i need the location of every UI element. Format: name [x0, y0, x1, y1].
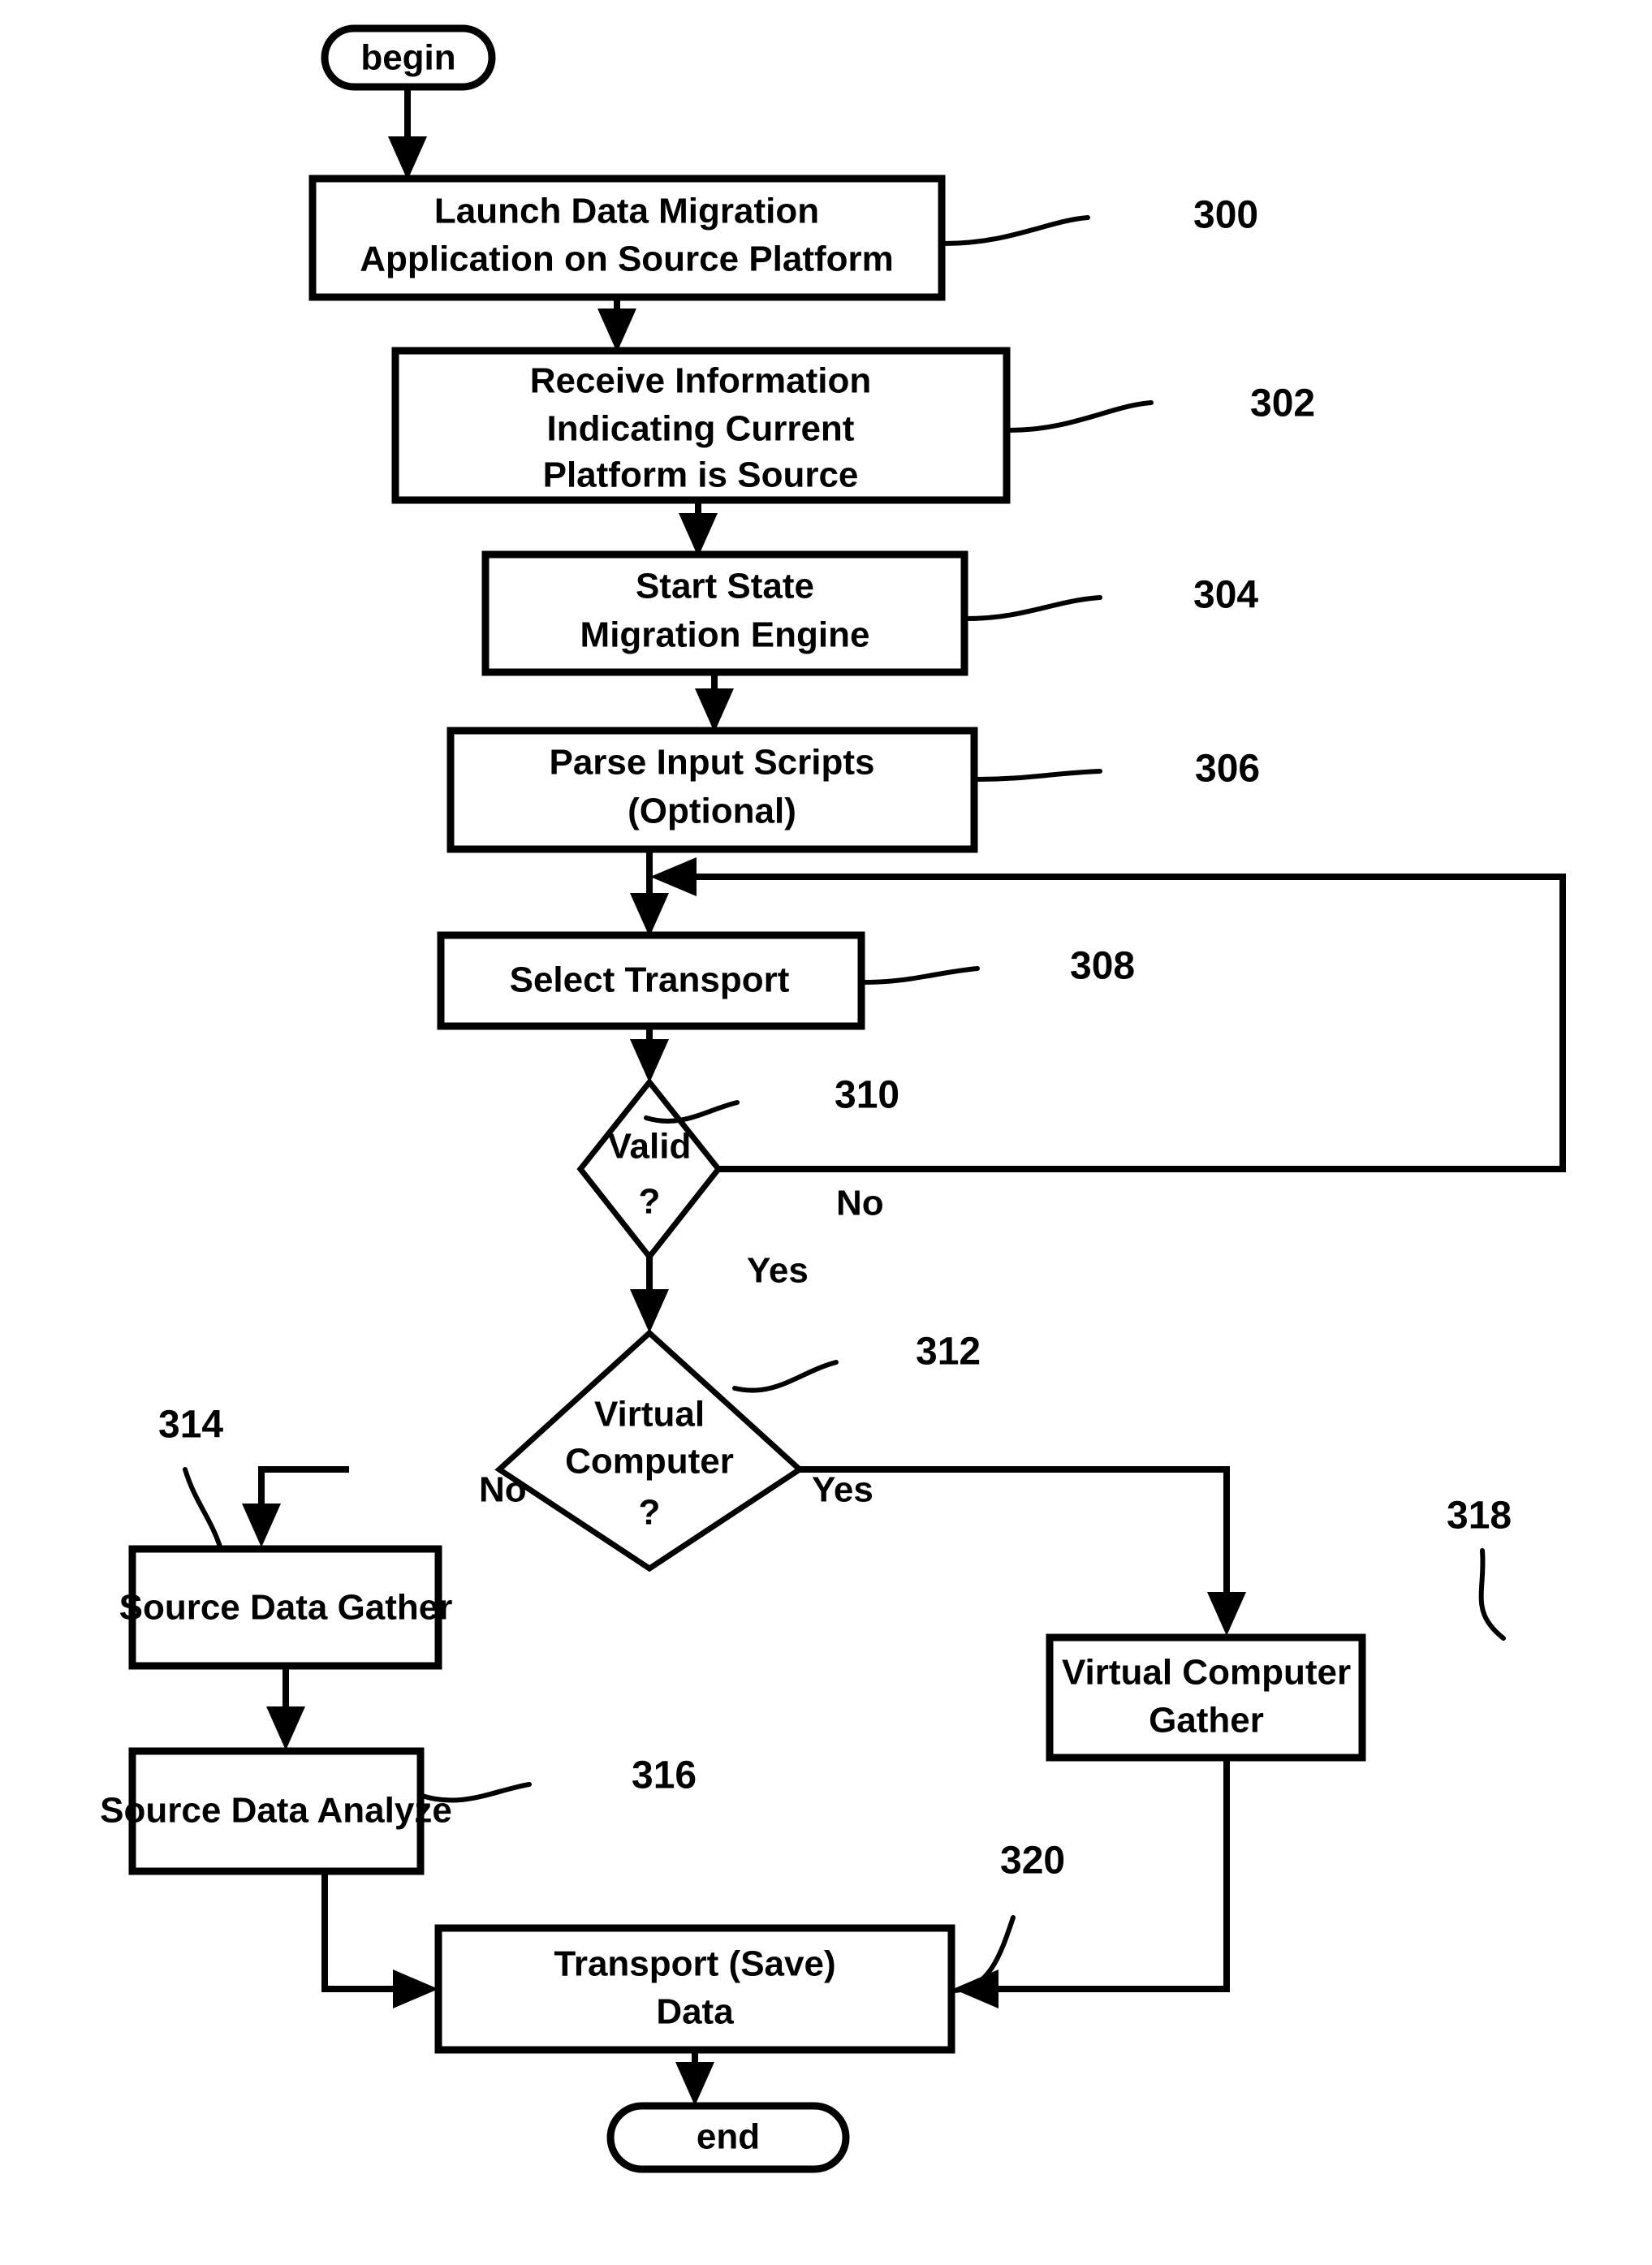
edge-begin-to-300	[388, 85, 427, 180]
node-302-line2: Indicating Current	[547, 409, 855, 449]
node-314-line1: Source Data Gather	[119, 1588, 453, 1628]
edge-314-to-316	[266, 1666, 305, 1750]
node-302-line3: Platform is Source	[543, 455, 859, 495]
node-320-transport-save-data: Transport (Save) Data 320	[434, 1840, 1065, 2054]
node-begin: begin	[321, 24, 496, 91]
ref-number-314: 314	[158, 1404, 223, 1447]
ref-number-310: 310	[835, 1074, 899, 1117]
ref-number-316: 316	[632, 1754, 697, 1797]
node-318-line2: Gather	[1149, 1701, 1264, 1741]
node-312-line2: Computer	[565, 1442, 734, 1482]
edge-304-to-306	[695, 672, 734, 732]
edge-label-virtual-yes: Yes	[812, 1470, 873, 1510]
edge-310-yes-to-312	[630, 1257, 669, 1333]
ref-number-304: 304	[1193, 574, 1258, 617]
ref-number-312: 312	[916, 1331, 981, 1374]
node-318-virtual-computer-gather: Virtual Computer Gather 318	[1046, 1495, 1512, 1762]
node-300-line2: Application on Source Platform	[360, 239, 894, 279]
edge-label-valid-yes: Yes	[747, 1251, 809, 1291]
node-306-line2: (Optional)	[628, 792, 796, 831]
edge-308-to-310	[630, 1025, 669, 1083]
node-302-receive-information: Receive Information Indicating Current P…	[391, 347, 1315, 504]
node-304-line2: Migration Engine	[580, 615, 870, 655]
edge-306-to-308	[630, 848, 669, 937]
flowchart-figure: begin Launch Data Migration Application …	[0, 0, 1652, 2265]
node-320-line1: Transport (Save)	[554, 1944, 835, 1984]
node-318-line1: Virtual Computer	[1062, 1653, 1351, 1693]
node-300-launch-data-migration: Launch Data Migration Application on Sou…	[308, 175, 1258, 301]
node-end-label: end	[697, 2117, 760, 2157]
ref-number-318: 318	[1447, 1495, 1512, 1538]
edge-318-to-320	[953, 1758, 1230, 2008]
node-316-line1: Source Data Analyze	[100, 1791, 452, 1831]
node-316-source-data-analyze: Source Data Analyze 316	[100, 1747, 697, 1875]
edge-312-no-to-314	[242, 1466, 349, 1547]
edge-320-to-end	[675, 2050, 714, 2106]
ref-number-320: 320	[1000, 1840, 1065, 1883]
flowchart-canvas: begin Launch Data Migration Application …	[100, 24, 1566, 2173]
node-begin-label: begin	[360, 38, 455, 78]
node-312-virtual-computer-decision: Virtual Computer ? 312 No Yes	[479, 1329, 981, 1573]
node-312-line3: ?	[639, 1493, 661, 1533]
node-300-line1: Launch Data Migration	[434, 192, 819, 231]
ref-number-300: 300	[1193, 194, 1258, 237]
edge-label-valid-no: No	[836, 1184, 884, 1223]
node-304-start-state-migration-engine: Start State Migration Engine 304	[481, 550, 1258, 676]
edge-300-to-302	[597, 296, 636, 352]
edge-316-to-320	[321, 1871, 438, 2008]
node-end: end	[606, 2102, 850, 2173]
node-314-source-data-gather: Source Data Gather 314	[119, 1404, 453, 1670]
node-312-line1: Virtual	[594, 1395, 705, 1434]
node-306-line1: Parse Input Scripts	[549, 743, 874, 783]
node-310-line2: ?	[639, 1182, 661, 1222]
node-310-valid-decision: Valid ? 310 No Yes	[576, 1074, 899, 1291]
ref-number-306: 306	[1195, 748, 1260, 791]
ref-number-302: 302	[1250, 382, 1315, 425]
node-308-select-transport: Select Transport 308	[437, 931, 1135, 1030]
node-310-line1: Valid	[608, 1127, 692, 1167]
node-306-parse-input-scripts: Parse Input Scripts (Optional) 306	[446, 727, 1260, 853]
ref-number-308: 308	[1070, 945, 1135, 988]
edge-label-virtual-no: No	[479, 1470, 527, 1510]
node-308-line1: Select Transport	[510, 960, 790, 1000]
node-304-line1: Start State	[636, 567, 814, 606]
node-320-line2: Data	[656, 1992, 734, 2032]
edge-302-to-304	[679, 499, 718, 557]
node-302-line1: Receive Information	[530, 361, 872, 401]
